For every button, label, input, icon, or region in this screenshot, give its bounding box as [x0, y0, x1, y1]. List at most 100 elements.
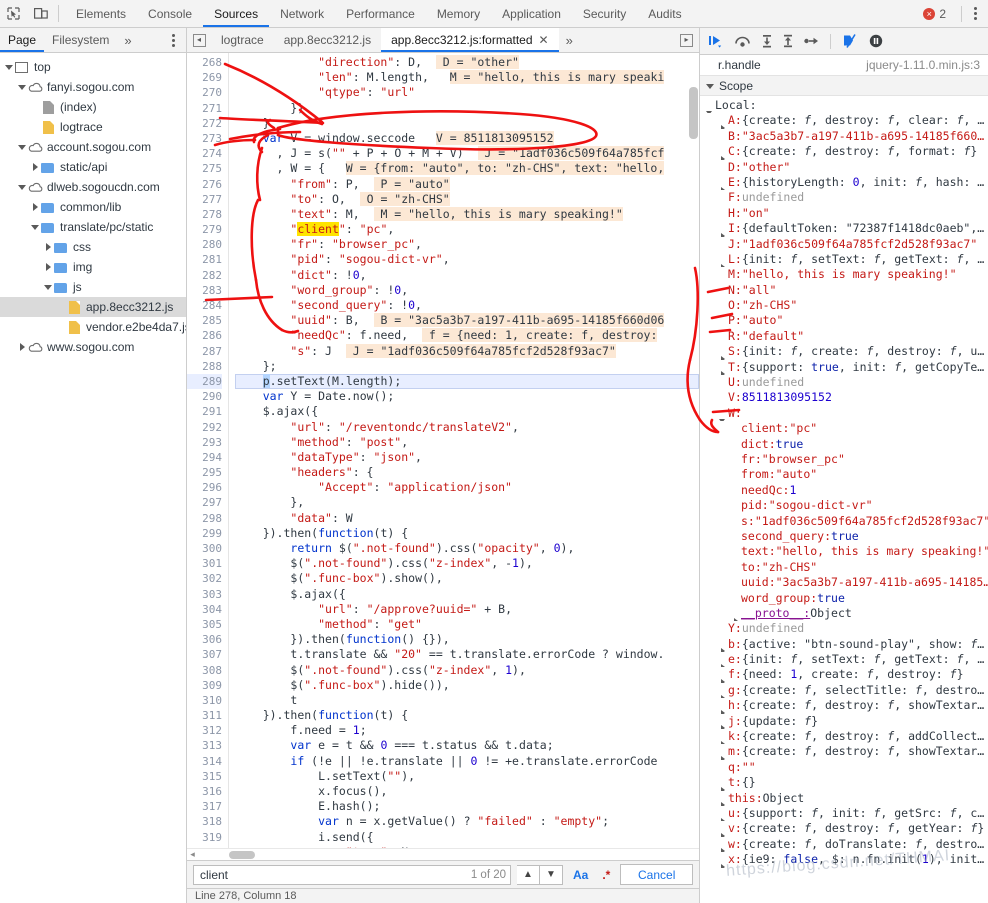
inspect-element-button[interactable]	[0, 0, 27, 27]
search-prev-button[interactable]: ▲	[517, 864, 540, 885]
code-line[interactable]: "second_query": !0,	[235, 298, 699, 313]
scope-row-Y[interactable]: Y: undefined	[700, 621, 988, 636]
editor-tab-app-js[interactable]: app.8ecc3212.js	[274, 28, 381, 52]
code-line[interactable]: var n = x.getValue() ? "failed" : "empty…	[235, 814, 699, 829]
step-over-button[interactable]	[734, 34, 751, 48]
scope-row-B[interactable]: B: "3ac5a3b7-a197-411b-a695-14185f660…	[700, 129, 988, 144]
code-line[interactable]: , J = s("" + P + O + M + V) J = "1adf036…	[235, 146, 699, 161]
code-line[interactable]: "client": "pc",	[235, 222, 699, 237]
code-line[interactable]: $(".func-box").hide()),	[235, 678, 699, 693]
match-case-toggle[interactable]: Aa	[569, 868, 592, 882]
code-line[interactable]: f.need = 1;	[235, 723, 699, 738]
code-line[interactable]: var Y = Date.now();	[235, 389, 699, 404]
code-line[interactable]: L.setText(""),	[235, 769, 699, 784]
scope-row-V[interactable]: V: 8511813095152	[700, 390, 988, 405]
line-number[interactable]: 310	[187, 693, 222, 708]
code-line[interactable]: "word_group": !0,	[235, 283, 699, 298]
line-number[interactable]: 279	[187, 222, 222, 237]
line-number[interactable]: 284	[187, 298, 222, 313]
chevron-down-icon[interactable]	[17, 182, 27, 192]
line-number[interactable]: 308	[187, 663, 222, 678]
scope-row-J[interactable]: J: "1adf036c509f64a785fcf2d528f93ac7"	[700, 237, 988, 252]
code-line[interactable]: "method": "get"	[235, 617, 699, 632]
line-number[interactable]: 289	[187, 373, 222, 390]
line-number[interactable]: 317	[187, 799, 222, 814]
line-number[interactable]: 282	[187, 268, 222, 283]
scope-row-S[interactable]: S: {init: f, create: f, destroy: f, u…	[700, 344, 988, 360]
line-number[interactable]: 292	[187, 420, 222, 435]
chevron-double-right-icon[interactable]: »	[559, 28, 580, 52]
line-number[interactable]: 319	[187, 830, 222, 845]
chevron-down-icon[interactable]	[17, 142, 27, 152]
code-line[interactable]: "data": W	[235, 511, 699, 526]
code-line[interactable]: $(".not-found").css("z-index", 1),	[235, 663, 699, 678]
chevron-down-icon[interactable]	[17, 82, 27, 92]
scope-row-C[interactable]: C: {create: f, destroy: f, format: f}	[700, 144, 988, 160]
code-line[interactable]: E.hash();	[235, 799, 699, 814]
scope-row-w[interactable]: w: {create: f, doTranslate: f, destro…	[700, 837, 988, 853]
tree-item-top[interactable]: top	[0, 57, 186, 77]
code-line[interactable]: if (!e || !e.translate || 0 != +e.transl…	[235, 754, 699, 769]
tab-memory[interactable]: Memory	[426, 0, 491, 27]
editor-tab-logtrace[interactable]: logtrace	[211, 28, 274, 52]
chevron-right-icon[interactable]	[43, 262, 53, 272]
chevron-right-icon[interactable]	[17, 342, 27, 352]
line-number[interactable]: 269	[187, 70, 222, 85]
scope-row-W[interactable]: W:	[700, 406, 988, 422]
line-number[interactable]: 286	[187, 328, 222, 343]
chevron-right-icon[interactable]	[30, 162, 40, 172]
line-number[interactable]: 305	[187, 617, 222, 632]
chevron-double-right-icon[interactable]: »	[117, 28, 138, 52]
tab-security[interactable]: Security	[572, 0, 637, 27]
chevron-down-icon[interactable]	[43, 282, 53, 292]
step-button[interactable]	[804, 34, 819, 48]
scope-row-M[interactable]: M: "hello, this is mary speaking!"	[700, 267, 988, 282]
line-number[interactable]: 271	[187, 101, 222, 116]
line-number[interactable]: 304	[187, 602, 222, 617]
line-number[interactable]: 277	[187, 192, 222, 207]
code-line[interactable]: , W = { W = {from: "auto", to: "zh-CHS",…	[235, 161, 699, 176]
line-number[interactable]: 275	[187, 161, 222, 176]
scope-row-E[interactable]: E: {historyLength: 0, init: f, hash: …	[700, 175, 988, 191]
step-into-button[interactable]	[762, 34, 772, 48]
tree-item-static-api[interactable]: static/api	[0, 157, 186, 177]
line-number[interactable]: 288	[187, 359, 222, 374]
code-line[interactable]: "direction": D, D = "other"	[235, 55, 699, 70]
scope-row-U[interactable]: U: undefined	[700, 375, 988, 390]
scope-row--proto-[interactable]: __proto__: Object	[700, 606, 988, 622]
line-number[interactable]: 280	[187, 237, 222, 252]
regex-toggle[interactable]: .*	[598, 868, 614, 882]
tree-item-app-8ecc3212-js[interactable]: app.8ecc3212.js	[0, 297, 186, 317]
code-line[interactable]: "to": O, O = "zh-CHS"	[235, 191, 699, 207]
line-number[interactable]: 316	[187, 784, 222, 799]
scope-row-H[interactable]: H: "on"	[700, 206, 988, 221]
code-line[interactable]: $.ajax({	[235, 404, 699, 419]
kebab-menu-icon[interactable]	[167, 28, 186, 52]
scope-row-dict[interactable]: dict: true	[700, 437, 988, 452]
code-line[interactable]: return $(".not-found").css("opacity", 0)…	[235, 541, 699, 556]
scope-row-P[interactable]: P: "auto"	[700, 313, 988, 328]
line-number[interactable]: 299	[187, 526, 222, 541]
tree-item-common-lib[interactable]: common/lib	[0, 197, 186, 217]
code-line[interactable]: t	[235, 693, 699, 708]
code-line[interactable]: $.ajax({	[235, 587, 699, 602]
scope-row-word-group[interactable]: word_group: true	[700, 591, 988, 606]
line-number[interactable]: 270	[187, 85, 222, 100]
line-number[interactable]: 293	[187, 435, 222, 450]
panel-collapse-left-button[interactable]: ◂	[187, 28, 211, 52]
code-line[interactable]: t.translate && "20" == t.translate.error…	[235, 647, 699, 662]
scope-row-b[interactable]: b: {active: "btn-sound-play", show: f…	[700, 637, 988, 653]
code-line[interactable]: $(".not-found").css("z-index", -1),	[235, 556, 699, 571]
line-number[interactable]: 283	[187, 283, 222, 298]
scope-row-u[interactable]: u: {support: f, init: f, getSrc: f, c…	[700, 806, 988, 822]
code-line[interactable]: }	[235, 116, 699, 131]
deactivate-breakpoints-button[interactable]	[842, 34, 858, 48]
code-line[interactable]: "s": J J = "1adf036c509f64a785fcf2d528f9…	[235, 343, 699, 359]
code-line[interactable]: $(".func-box").show(),	[235, 571, 699, 586]
code-line[interactable]: "qtype": "url"	[235, 85, 699, 100]
tab-network[interactable]: Network	[269, 0, 335, 27]
code-line[interactable]: "pid": "sogou-dict-vr",	[235, 252, 699, 267]
tree-item-img[interactable]: img	[0, 257, 186, 277]
toggle-device-toolbar-button[interactable]	[27, 0, 54, 27]
editor-vertical-scrollbar[interactable]	[689, 87, 698, 139]
